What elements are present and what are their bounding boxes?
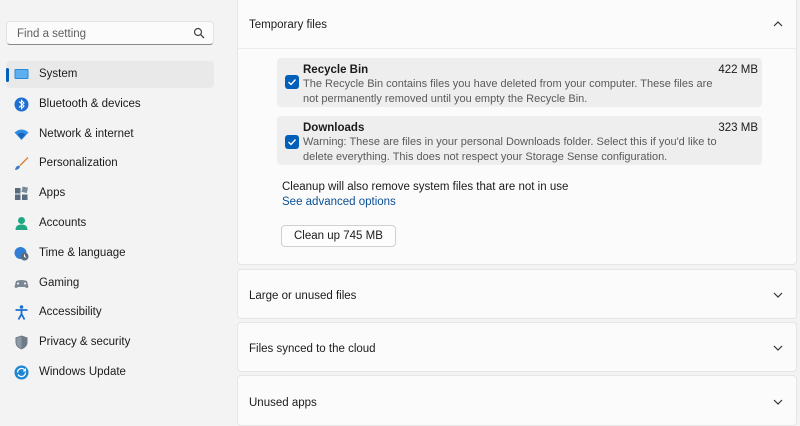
section-title: Temporary files [249, 19, 327, 31]
downloads-checkbox[interactable] [285, 135, 299, 149]
large-unused-files-card[interactable]: Large or unused files [237, 269, 797, 319]
sidebar-item-network[interactable]: Network & internet [6, 121, 214, 148]
sidebar-item-accounts[interactable]: Accounts [6, 210, 214, 237]
chevron-down-icon[interactable] [772, 396, 784, 408]
sidebar-item-windows-update[interactable]: Windows Update [6, 359, 214, 386]
item-size: 422 MB [718, 64, 758, 76]
sidebar-item-personalization[interactable]: Personalization [6, 150, 214, 177]
item-name: Downloads [303, 122, 365, 134]
sidebar-item-label: Gaming [39, 276, 80, 289]
sidebar-item-label: System [39, 68, 78, 80]
item-description: The Recycle Bin contains files you have … [303, 78, 713, 105]
sidebar-item-label: Time & language [39, 246, 126, 259]
main-content: Temporary files Recycle Bin 422 MB The R… [237, 0, 800, 426]
sidebar-item-accessibility[interactable]: Accessibility [6, 299, 214, 326]
section-title: Large or unused files [249, 290, 357, 302]
chevron-down-icon[interactable] [772, 289, 784, 301]
item-name: Recycle Bin [303, 64, 369, 76]
unused-apps-card[interactable]: Unused apps [237, 375, 797, 426]
update-icon [14, 365, 29, 380]
gamepad-icon [14, 279, 29, 288]
sidebar-item-label: Privacy & security [39, 336, 131, 349]
section-title: Files synced to the cloud [249, 343, 376, 355]
cleanup-button[interactable]: Clean up 745 MB [281, 225, 396, 247]
shield-icon [15, 335, 28, 350]
bluetooth-icon [14, 97, 29, 112]
sidebar-item-bluetooth[interactable]: Bluetooth & devices [6, 91, 214, 118]
downloads-item[interactable]: Downloads 323 MB Warning: These are file… [277, 116, 762, 165]
item-description: Warning: These are files in your persona… [303, 136, 717, 163]
section-title: Unused apps [249, 397, 317, 409]
recycle-bin-item[interactable]: Recycle Bin 422 MB The Recycle Bin conta… [277, 58, 762, 107]
sidebar-item-system[interactable]: System [6, 61, 214, 88]
checkmark-icon [288, 139, 297, 146]
sidebar-item-privacy-security[interactable]: Privacy & security [6, 329, 214, 356]
sidebar-item-label: Windows Update [39, 365, 126, 378]
files-synced-cloud-card[interactable]: Files synced to the cloud [237, 322, 797, 372]
recycle-bin-checkbox[interactable] [285, 75, 299, 89]
nav-list: System Bluetooth & devices Network & int… [6, 61, 214, 389]
cleanup-note: Cleanup will also remove system files th… [282, 181, 569, 193]
sidebar-item-gaming[interactable]: Gaming [6, 270, 214, 297]
sidebar-item-time-language[interactable]: Time & language [6, 240, 214, 267]
sidebar-item-label: Network & internet [39, 127, 134, 140]
item-size: 323 MB [718, 122, 758, 134]
sidebar-item-apps[interactable]: Apps [6, 180, 214, 207]
search-box[interactable] [6, 21, 214, 46]
sidebar-item-label: Bluetooth & devices [39, 97, 141, 110]
wifi-icon [14, 129, 29, 140]
search-input[interactable] [15, 22, 189, 46]
system-icon [14, 69, 29, 79]
temporary-files-card: Temporary files Recycle Bin 422 MB The R… [237, 0, 797, 265]
accessibility-icon [15, 305, 28, 321]
chevron-up-icon[interactable] [772, 18, 784, 30]
checkmark-icon [288, 79, 297, 86]
chevron-down-icon[interactable] [772, 342, 784, 354]
sidebar-item-label: Accessibility [39, 306, 102, 319]
sidebar-item-label: Apps [39, 187, 66, 200]
apps-icon [15, 186, 29, 201]
search-icon[interactable] [193, 27, 205, 39]
globe-clock-icon [14, 246, 29, 261]
account-icon [15, 216, 28, 230]
brush-icon [15, 157, 29, 171]
divider [238, 48, 796, 49]
sidebar: System Bluetooth & devices Network & int… [0, 0, 228, 426]
advanced-options-link[interactable]: See advanced options [282, 196, 396, 208]
sidebar-item-label: Accounts [39, 216, 87, 229]
sidebar-item-label: Personalization [39, 157, 118, 170]
